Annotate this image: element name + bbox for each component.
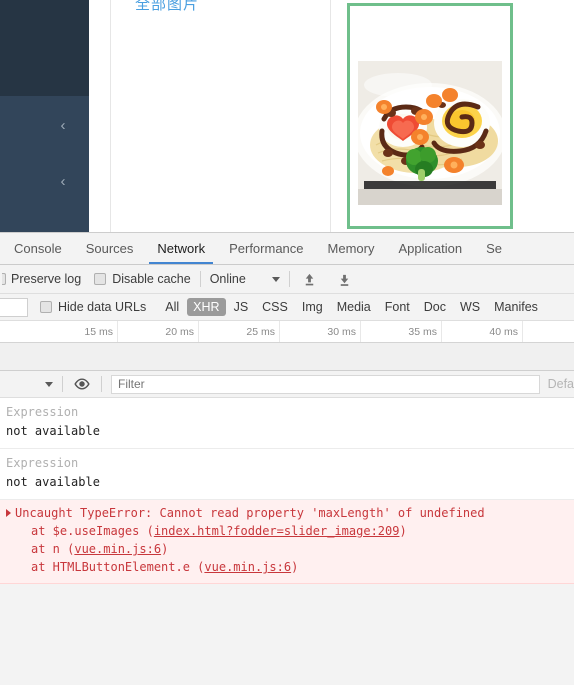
tab-se[interactable]: Se (474, 233, 514, 264)
filter-type-media[interactable]: Media (331, 298, 377, 316)
preserve-log-checkbox[interactable]: Preserve log (2, 272, 81, 286)
live-expression-row[interactable]: Expression not available (0, 398, 574, 449)
tab-label: Application (398, 241, 463, 256)
timeline-tick: 30 ms (280, 321, 361, 342)
live-expression-label: Expression (6, 405, 79, 419)
filter-type-xhr[interactable]: XHR (187, 298, 226, 316)
stack-frame-function: at HTMLButtonElement.e ( (31, 560, 205, 574)
stack-frame-suffix: ) (291, 560, 299, 574)
stack-frame-function: at $e.useImages ( (31, 524, 154, 538)
throttling-dropdown-button[interactable] (271, 276, 280, 282)
eye-icon (74, 378, 90, 390)
filter-type-font[interactable]: Font (379, 298, 416, 316)
sidebar-bottom-section (0, 96, 89, 232)
image-preview-card[interactable] (347, 3, 513, 229)
stack-frame-function: at n ( (31, 542, 75, 556)
timeline-tick: 40 ms (442, 321, 523, 342)
filter-type-ws[interactable]: WS (454, 298, 486, 316)
food-photo-image (358, 61, 502, 205)
error-stack-frame: at n (vue.min.js:6) (6, 540, 568, 558)
live-expression-value: not available (6, 475, 100, 489)
checkbox-box (94, 273, 107, 285)
console-error-message[interactable]: Uncaught TypeError: Cannot read property… (0, 500, 574, 584)
column-divider (330, 0, 331, 232)
tab-memory[interactable]: Memory (316, 233, 387, 264)
devtools-panel: Console Sources Network Performance Memory Ap… (0, 232, 574, 685)
tab-label: Se (486, 241, 502, 256)
console-output: Expression not available Expression not ava… (0, 398, 574, 584)
timeline-tick: 25 ms (199, 321, 280, 342)
filter-type-doc[interactable]: Doc (418, 298, 452, 316)
resource-type-filters: All XHR JS CSS Img Media Font Doc WS Manifes (159, 298, 546, 316)
filter-type-js[interactable]: JS (228, 298, 255, 316)
import-har-button[interactable] (299, 268, 321, 290)
filter-type-manifes[interactable]: Manifes (488, 298, 544, 316)
tab-sources[interactable]: Sources (74, 233, 146, 264)
triangle-right-icon[interactable] (6, 509, 11, 517)
search-input[interactable] (0, 297, 28, 317)
error-text: Uncaught TypeError: Cannot read property… (15, 506, 485, 520)
live-expression-label: Expression (6, 456, 79, 470)
web-page-content: ‹ ‹ 全部图片 (0, 0, 574, 232)
devtools-tab-bar: Console Sources Network Performance Memory Ap… (0, 233, 574, 265)
checkbox-box (2, 273, 6, 285)
toolbar-divider (62, 376, 63, 392)
checkbox-box (40, 301, 52, 313)
throttling-value: Online (209, 272, 246, 286)
stack-frame-suffix: ) (399, 524, 407, 538)
filter-type-css[interactable]: CSS (256, 298, 294, 316)
column-divider (110, 0, 111, 232)
disable-cache-checkbox[interactable]: Disable cache (94, 272, 191, 286)
network-filter-bar: Hide data URLs All XHR JS CSS Img Media Font Do… (0, 294, 574, 321)
chevron-left-icon[interactable]: ‹ (51, 170, 75, 194)
console-toolbar: Defa (0, 371, 574, 398)
toolbar-divider (288, 271, 290, 287)
tab-label: Performance (229, 241, 304, 256)
error-stack-frame: at $e.useImages (index.html?fodder=slide… (6, 522, 568, 540)
tab-console[interactable]: Console (2, 233, 74, 264)
export-har-button[interactable] (334, 268, 356, 290)
stack-frame-link[interactable]: vue.min.js:6 (204, 560, 291, 574)
page-title: 全部图片 (135, 0, 200, 13)
filter-type-all[interactable]: All (159, 298, 185, 316)
hide-data-urls-label: Hide data URLs (58, 300, 147, 314)
sidebar-top-section (0, 0, 89, 96)
tab-label: Network (157, 241, 206, 256)
disable-cache-label: Disable cache (112, 272, 191, 286)
error-stack-frame: at HTMLButtonElement.e (vue.min.js:6) (6, 558, 568, 576)
tab-network[interactable]: Network (145, 233, 217, 264)
timeline-tick: 15 ms (37, 321, 118, 342)
network-timeline-ruler: 15 ms 20 ms 25 ms 30 ms 35 ms 40 ms (0, 321, 574, 343)
toolbar-divider (101, 376, 102, 392)
tab-application[interactable]: Application (386, 233, 474, 264)
preserve-log-label: Preserve log (11, 272, 82, 286)
live-expression-button[interactable] (72, 374, 92, 394)
tab-label: Console (14, 241, 62, 256)
app-sidebar: ‹ ‹ (0, 0, 89, 232)
throttling-select[interactable]: Online (210, 272, 246, 286)
tab-performance[interactable]: Performance (217, 233, 315, 264)
log-levels-dropdown[interactable] (45, 381, 53, 387)
network-requests-empty-area (0, 343, 574, 371)
tab-label: Sources (85, 241, 134, 256)
chevron-down-icon (45, 381, 53, 387)
log-level-label: Defa (547, 377, 574, 391)
hide-data-urls-checkbox[interactable]: Hide data URLs (40, 300, 146, 314)
download-arrow-icon (341, 274, 349, 286)
upload-arrow-icon (306, 273, 314, 285)
timeline-tick: 35 ms (361, 321, 442, 342)
live-expression-row[interactable]: Expression not available (0, 449, 574, 500)
toolbar-divider (199, 271, 201, 287)
chevron-left-icon[interactable]: ‹ (51, 114, 75, 138)
network-toolbar: Preserve log Disable cache Online (0, 265, 574, 294)
chevron-down-icon (271, 276, 280, 282)
filter-type-img[interactable]: Img (296, 298, 329, 316)
stack-frame-link[interactable]: index.html?fodder=slider_image:209 (154, 524, 400, 538)
live-expression-value: not available (6, 424, 100, 438)
timeline-tick: 20 ms (118, 321, 199, 342)
stack-frame-suffix: ) (161, 542, 169, 556)
console-filter-input[interactable] (111, 374, 540, 394)
tab-label: Memory (327, 241, 375, 256)
stack-frame-link[interactable]: vue.min.js:6 (74, 542, 161, 556)
